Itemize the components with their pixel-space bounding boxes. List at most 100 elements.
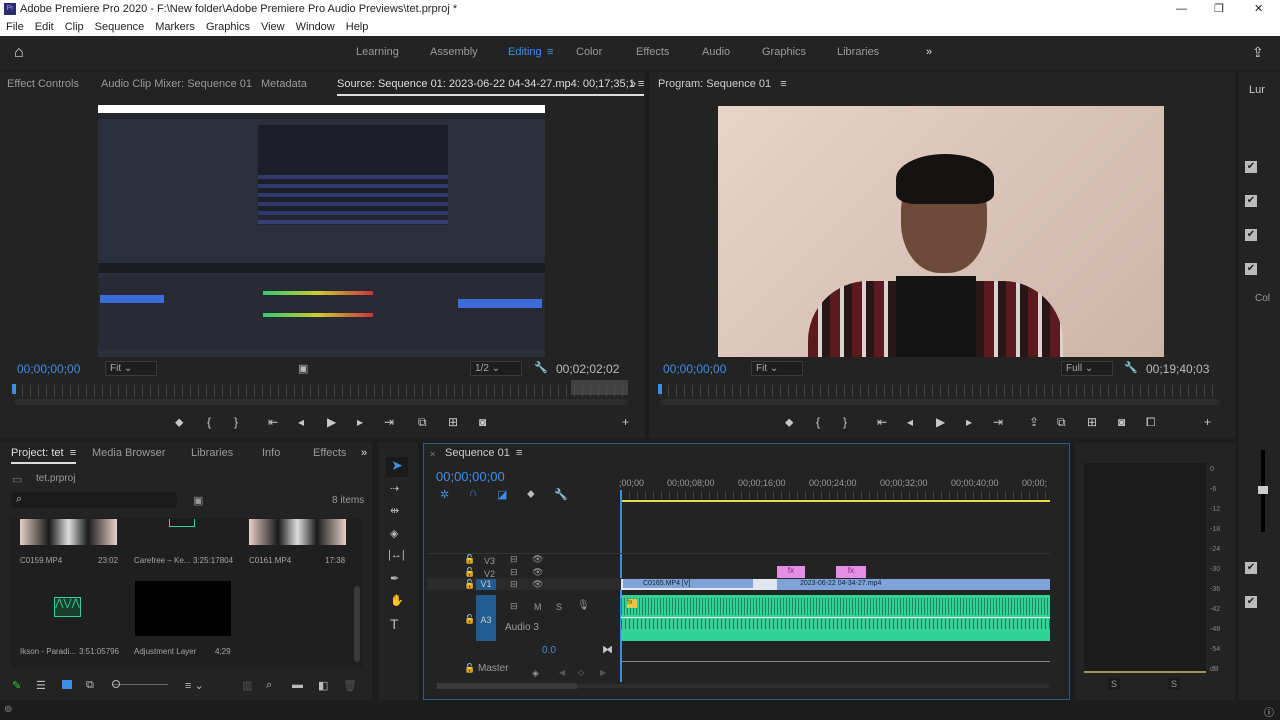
menu-window[interactable]: Window (296, 21, 335, 33)
next-keyframe-icon[interactable]: ▶ (600, 668, 606, 677)
new-search-bin-icon[interactable]: ▣ (193, 494, 203, 507)
menu-graphics[interactable]: Graphics (206, 21, 250, 33)
toggle-output-v3-icon[interactable]: 👁 (532, 554, 543, 565)
program-export-frame-icon[interactable]: ◙ (1118, 415, 1125, 429)
lumetri-checkbox-5[interactable]: ✔ (1245, 562, 1257, 574)
menu-view[interactable]: View (261, 21, 285, 33)
thumbnail-size-slider[interactable] (112, 680, 168, 688)
master-volume-value[interactable]: 0.0 (542, 645, 556, 656)
solo-right-button[interactable]: S (1168, 678, 1181, 690)
sync-lock-a3-icon[interactable]: ⊟ (510, 601, 518, 612)
close-sequence-icon[interactable]: × (430, 449, 435, 459)
linked-selection-icon[interactable]: ◪ (497, 488, 507, 501)
lock-a3-icon[interactable]: 🔓 (464, 614, 475, 625)
menu-edit[interactable]: Edit (35, 21, 54, 33)
timeline-ruler[interactable] (621, 491, 1050, 499)
project-scrollbar[interactable] (354, 586, 360, 662)
tab-metadata[interactable]: Metadata (261, 78, 307, 90)
source-playhead-timecode[interactable]: 00;00;00;00 (17, 362, 80, 376)
source-zoom-dropdown[interactable]: Fit ⌄ (105, 361, 157, 376)
new-item-icon[interactable]: ◧ (318, 679, 328, 692)
tab-sequence[interactable]: Sequence 01 ≡ (445, 447, 522, 459)
selection-tool-icon[interactable]: ➤ (386, 457, 408, 477)
program-title[interactable]: Program: Sequence 01 ≡ (658, 78, 787, 90)
overwrite-icon[interactable]: ⊞ (448, 415, 458, 429)
mark-out-icon[interactable]: } (234, 415, 238, 429)
timeline-horizontal-scrollbar[interactable] (437, 683, 1049, 689)
program-play-icon[interactable]: ▶ (936, 415, 945, 429)
program-playhead-timecode[interactable]: 00;00;00;00 (663, 362, 726, 376)
tab-source[interactable]: Source: Sequence 01: 2023-06-22 04-34-27… (337, 78, 645, 96)
menu-clip[interactable]: Clip (65, 21, 84, 33)
program-mark-out-icon[interactable]: } (843, 415, 847, 429)
go-to-out-icon[interactable]: ⇥ (384, 415, 394, 429)
lock-v1-icon[interactable]: 🔓 (464, 579, 475, 590)
voice-over-record-icon[interactable]: 🎙 (577, 600, 590, 611)
audio-thumbnail-icon[interactable] (169, 519, 195, 527)
go-to-in-icon[interactable]: ⇤ (268, 415, 278, 429)
lumetri-checkbox-1[interactable]: ✔ (1245, 161, 1257, 173)
button-editor-icon[interactable]: + (622, 415, 629, 429)
comparison-view-icon[interactable]: ⧠ (1146, 415, 1156, 430)
lumetri-checkbox-2[interactable]: ✔ (1245, 195, 1257, 207)
workspace-menu-icon[interactable]: ≡ (547, 46, 553, 58)
project-overflow-button[interactable]: » (361, 447, 367, 459)
minimize-button[interactable]: — (1176, 0, 1187, 18)
lift-icon[interactable]: ⇪ (1029, 415, 1039, 429)
ripple-edit-tool-icon[interactable]: ⇹ (390, 504, 399, 517)
mark-in-icon[interactable]: { (207, 415, 211, 429)
video-clip-2023-06-22[interactable]: 2023-06-22 04-34-27.mp4 (777, 579, 1050, 590)
program-step-back-icon[interactable]: ◂ (907, 415, 913, 429)
insert-icon[interactable]: ⧉ (418, 415, 427, 430)
sync-lock-v1-icon[interactable]: ⊟ (510, 579, 518, 590)
icon-view-icon[interactable] (62, 680, 72, 689)
solo-left-button[interactable]: S (1108, 678, 1121, 690)
go-to-master-icon[interactable]: ⧓ (602, 643, 613, 656)
timeline-marker-icon[interactable]: ⬥ (527, 488, 535, 501)
new-bin-icon[interactable]: ▬ (292, 679, 303, 691)
tab-info[interactable]: Info (262, 447, 280, 459)
sync-lock-v3-icon[interactable]: ⊟ (510, 554, 518, 565)
adjustment-clip[interactable]: fx (777, 566, 805, 578)
workspace-libraries[interactable]: Libraries (837, 46, 879, 58)
program-mark-in-icon[interactable]: { (816, 415, 820, 429)
program-resolution-dropdown[interactable]: Full ⌄ (1061, 361, 1113, 376)
lumetri-slider[interactable] (1258, 450, 1268, 532)
work-area-bar[interactable] (621, 500, 1050, 502)
workspace-learning[interactable]: Learning (356, 46, 399, 58)
project-search-input[interactable]: ⌕ (11, 492, 177, 508)
info-icon[interactable]: ⓘ (1264, 704, 1274, 719)
sync-lock-v2-icon[interactable]: ⊟ (510, 567, 518, 578)
timeline-settings-icon[interactable]: 🔧 (554, 488, 568, 501)
program-zoom-scrollbar[interactable] (660, 399, 1220, 405)
menu-sequence[interactable]: Sequence (95, 21, 145, 33)
program-button-editor-icon[interactable]: + (1204, 415, 1211, 429)
adjustment-clip[interactable]: fx (836, 566, 866, 578)
tab-lumetri[interactable]: Lur (1249, 84, 1265, 96)
share-icon[interactable]: ⇪ (1252, 44, 1264, 61)
step-forward-icon[interactable]: ▸ (357, 415, 363, 429)
razor-tool-icon[interactable]: ◈ (390, 527, 398, 540)
track-a3-label[interactable]: A3 (476, 595, 496, 641)
trim-icon[interactable]: ⊞ (1087, 415, 1097, 429)
tab-audio-clip-mixer[interactable]: Audio Clip Mixer: Sequence 01 (101, 78, 252, 90)
video-clip-c0165[interactable]: C0165.MP4 [V] (621, 579, 777, 590)
program-wrench-icon[interactable]: 🔧 (1124, 361, 1138, 374)
type-tool-icon[interactable]: T (390, 616, 399, 632)
thumbnail-c0159[interactable] (20, 519, 117, 545)
tab-media-browser[interactable]: Media Browser (92, 447, 165, 459)
audio-waveform-icon[interactable]: ⋀⋁⋀ (54, 597, 81, 617)
tab-project[interactable]: Project: tet ≡ (11, 447, 77, 464)
workspace-assembly[interactable]: Assembly (430, 46, 478, 58)
nest-icon[interactable]: ✲ (440, 488, 449, 501)
sort-icon[interactable]: ≡ ⌄ (185, 679, 204, 692)
extract-icon[interactable]: ⧉ (1057, 415, 1066, 430)
audio-clip-a3[interactable]: fx (621, 595, 1050, 641)
drag-video-icon[interactable]: ▣ (298, 362, 308, 375)
lumetri-checkbox-6[interactable]: ✔ (1245, 596, 1257, 608)
menu-help[interactable]: Help (346, 21, 369, 33)
home-icon[interactable]: ⌂ (14, 44, 24, 62)
program-time-ruler[interactable] (660, 385, 1220, 397)
background-task-icon[interactable]: ⊚ (4, 704, 12, 715)
lumetri-checkbox-3[interactable]: ✔ (1245, 229, 1257, 241)
